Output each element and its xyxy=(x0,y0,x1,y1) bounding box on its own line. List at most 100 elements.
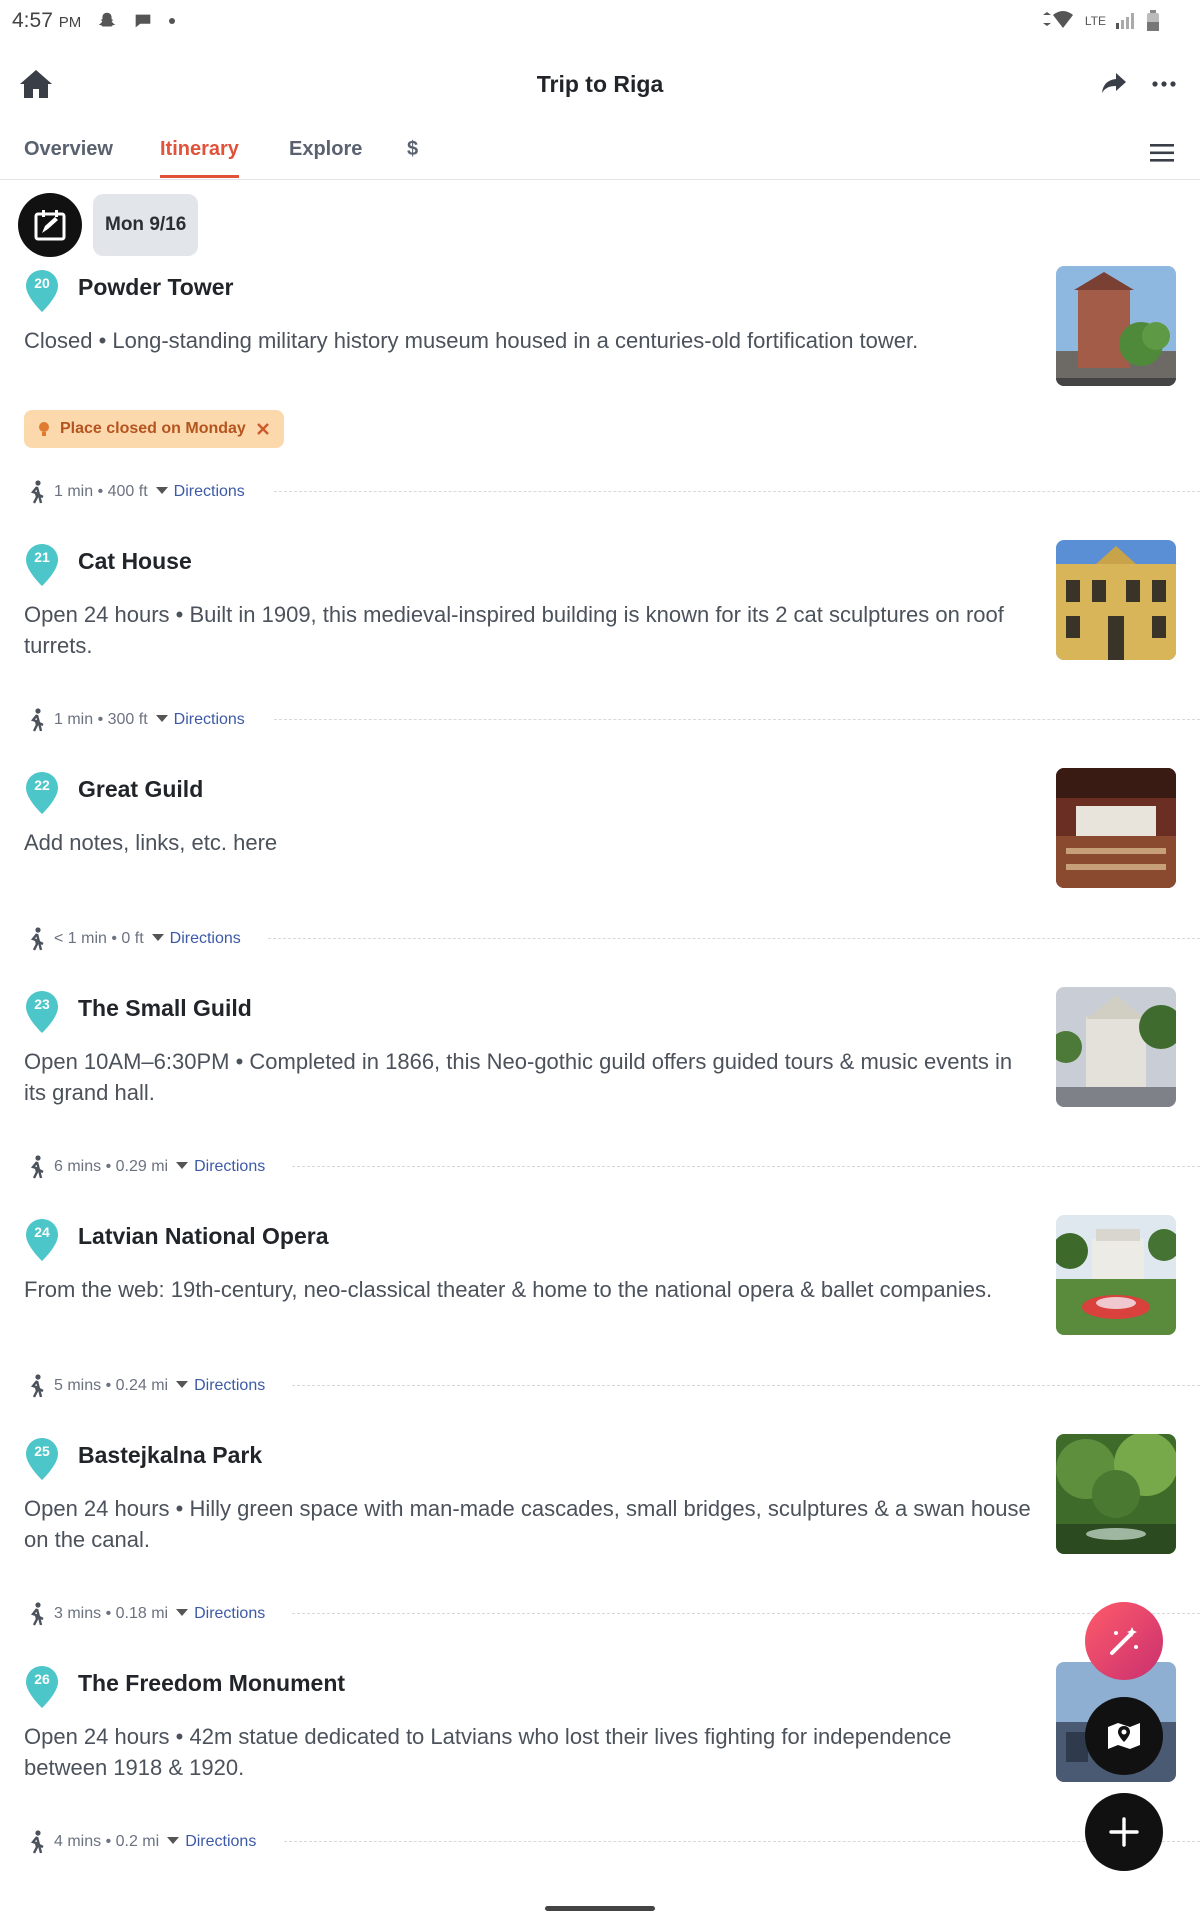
more-icon xyxy=(1152,81,1176,87)
place-name[interactable]: Powder Tower xyxy=(78,274,234,301)
place-number: 26 xyxy=(34,1671,50,1687)
calendar-icon xyxy=(34,210,66,241)
chevron-down-icon[interactable] xyxy=(155,487,168,495)
place-description: From the web: 19th-century, neo-classica… xyxy=(24,1277,993,1302)
place-description: Closed • Long-standing military history … xyxy=(24,328,919,353)
close-icon[interactable] xyxy=(256,422,270,436)
place-description: Open 24 hours • Hilly green space with m… xyxy=(24,1496,1031,1552)
tab-explore[interactable]: Explore xyxy=(289,138,362,175)
closed-warning-text: Place closed on Monday xyxy=(60,420,246,437)
place-number: 22 xyxy=(34,777,50,793)
app-header: Trip to Riga xyxy=(0,44,1200,124)
directions-link[interactable]: Directions xyxy=(174,711,245,728)
directions-link[interactable]: Directions xyxy=(170,930,241,947)
travel-info: 3 mins • 0.18 mi Directions xyxy=(54,1605,266,1622)
travel-row: < 1 min • 0 ft Directions xyxy=(0,924,1200,954)
notification-icons xyxy=(96,10,176,32)
place-name[interactable]: Bastejkalna Park xyxy=(78,1442,262,1469)
share-button[interactable] xyxy=(1100,70,1130,100)
map-button[interactable] xyxy=(1085,1697,1163,1775)
dot-icon xyxy=(169,18,175,24)
chevron-down-icon[interactable] xyxy=(155,715,168,723)
more-button[interactable] xyxy=(1150,70,1180,100)
chevron-down-icon[interactable] xyxy=(176,1381,189,1389)
travel-info: 1 min • 400 ft Directions xyxy=(54,483,245,500)
place-photo[interactable] xyxy=(1056,540,1176,660)
share-icon xyxy=(1102,73,1126,93)
walk-icon xyxy=(30,927,44,951)
travel-row: 3 mins • 0.18 mi Directions xyxy=(0,1599,1200,1629)
walk-icon xyxy=(30,1155,44,1179)
walk-icon xyxy=(30,708,44,732)
magic-button[interactable] xyxy=(1085,1602,1163,1680)
travel-row: 1 min • 400 ft Directions xyxy=(0,477,1200,507)
page-title: Trip to Riga xyxy=(536,71,664,97)
home-indicator[interactable] xyxy=(545,1906,655,1911)
directions-link[interactable]: Directions xyxy=(185,1833,256,1850)
chevron-down-icon[interactable] xyxy=(151,934,164,942)
travel-info: 6 mins • 0.29 mi Directions xyxy=(54,1158,266,1175)
tab-budget[interactable]: $ xyxy=(407,138,418,175)
divider xyxy=(274,491,1200,492)
add-button[interactable] xyxy=(1085,1793,1163,1871)
directions-link[interactable]: Directions xyxy=(194,1377,265,1394)
travel-info: 1 min • 300 ft Directions xyxy=(54,711,245,728)
walk-icon xyxy=(30,480,44,504)
place-description: Open 10AM–6:30PM • Completed in 1866, th… xyxy=(24,1049,1013,1105)
status-bar: 4:57 PM LTE xyxy=(0,0,1200,44)
tab-itinerary[interactable]: Itinerary xyxy=(160,138,239,178)
magic-wand-icon xyxy=(1110,1627,1138,1655)
travel-row: 5 mins • 0.24 mi Directions xyxy=(0,1371,1200,1401)
snapchat-icon xyxy=(98,12,116,27)
closed-warning-chip: Place closed on Monday xyxy=(24,410,284,448)
place-photo[interactable] xyxy=(1056,768,1176,888)
walk-icon xyxy=(30,1830,44,1854)
menu-button[interactable] xyxy=(1150,142,1176,166)
place-name[interactable]: Great Guild xyxy=(78,776,203,803)
place-name[interactable]: The Freedom Monument xyxy=(78,1670,345,1697)
place-number: 24 xyxy=(34,1224,50,1240)
place-number: 25 xyxy=(34,1443,50,1459)
walk-icon xyxy=(30,1374,44,1398)
chevron-down-icon[interactable] xyxy=(167,1837,180,1845)
tab-bar: Overview Itinerary Explore $ xyxy=(0,124,1200,180)
directions-link[interactable]: Directions xyxy=(194,1605,265,1622)
place-number: 21 xyxy=(34,549,50,565)
directions-link[interactable]: Directions xyxy=(194,1158,265,1175)
place-photo[interactable] xyxy=(1056,987,1176,1107)
chat-icon xyxy=(135,14,151,28)
chevron-down-icon[interactable] xyxy=(176,1609,189,1617)
walk-icon xyxy=(30,1602,44,1626)
calendar-button[interactable] xyxy=(18,193,82,257)
directions-link[interactable]: Directions xyxy=(174,483,245,500)
place-description: Open 24 hours • 42m statue dedicated to … xyxy=(24,1724,952,1780)
status-time: 4:57 PM xyxy=(12,9,82,32)
divider xyxy=(292,1613,1200,1614)
place-notes[interactable]: Add notes, links, etc. here xyxy=(24,827,1034,858)
place-photo[interactable] xyxy=(1056,1215,1176,1335)
divider xyxy=(292,1166,1200,1167)
tab-overview[interactable]: Overview xyxy=(24,138,113,175)
divider xyxy=(268,938,1200,939)
chevron-down-icon[interactable] xyxy=(176,1162,189,1170)
battery-icon xyxy=(1147,10,1159,31)
place-photo[interactable] xyxy=(1056,266,1176,386)
place-name[interactable]: The Small Guild xyxy=(78,995,252,1022)
divider xyxy=(284,1841,1200,1842)
place-name[interactable]: Cat House xyxy=(78,548,192,575)
travel-info: 4 mins • 0.2 mi Directions xyxy=(54,1833,257,1850)
signal-icon xyxy=(1116,13,1134,29)
place-photo[interactable] xyxy=(1056,1434,1176,1554)
date-chip[interactable]: Mon 9/16 xyxy=(93,194,199,256)
map-icon xyxy=(1108,1723,1140,1749)
lightbulb-icon xyxy=(39,422,49,436)
travel-info: < 1 min • 0 ft Directions xyxy=(54,930,241,947)
add-icon xyxy=(1109,1817,1139,1847)
travel-row: 4 mins • 0.2 mi Directions xyxy=(0,1827,1200,1857)
system-icons: LTE xyxy=(1041,10,1160,32)
place-name[interactable]: Latvian National Opera xyxy=(78,1223,329,1250)
menu-icon xyxy=(1150,144,1174,162)
place-number: 20 xyxy=(34,275,50,291)
divider xyxy=(274,719,1200,720)
travel-row: 1 min • 300 ft Directions xyxy=(0,705,1200,735)
